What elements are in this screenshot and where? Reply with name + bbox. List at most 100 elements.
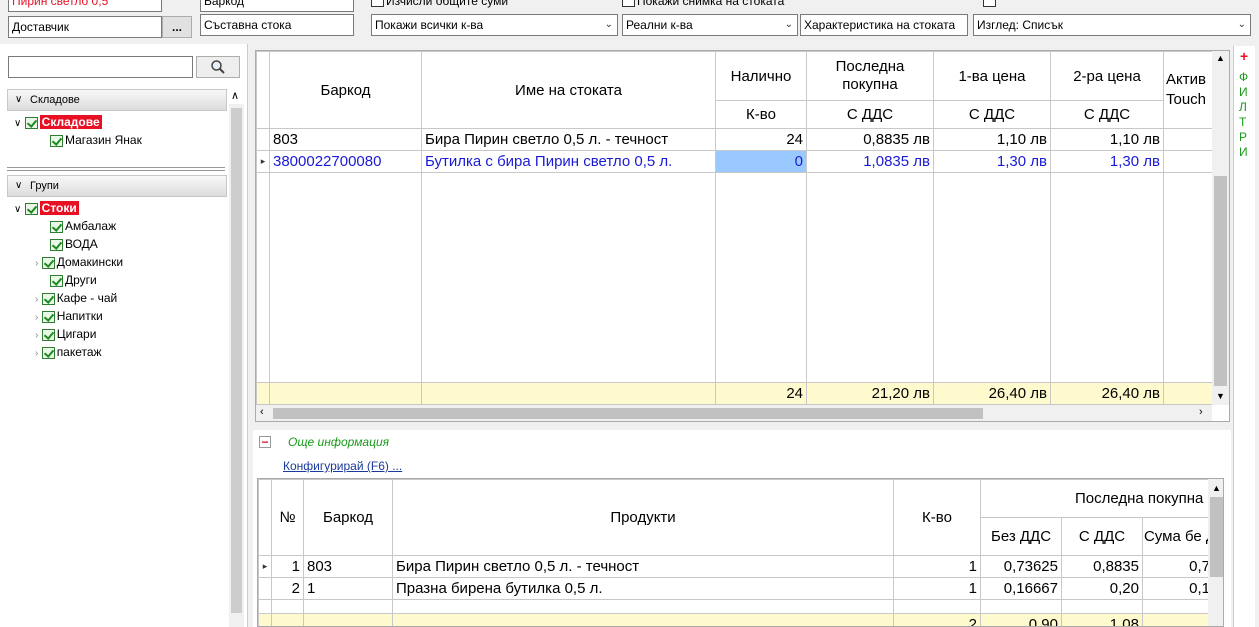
warehouses-collapse-icon[interactable]: ∧ <box>231 89 239 102</box>
tree-search-button[interactable] <box>196 56 240 78</box>
tree-node-group[interactable]: › Цигари <box>35 325 96 343</box>
view-select[interactable]: Изглед: Списък ⌄ <box>973 14 1251 36</box>
table-row[interactable]: ▸ 1 803 Бира Пирин светло 0,5 л. - течно… <box>258 555 1223 578</box>
column-header-price1-vat[interactable]: С ДДС <box>933 100 1051 129</box>
cell-qty[interactable]: 1 <box>893 577 981 600</box>
cell-name[interactable]: Бира Пирин светло 0,5 л. - течност <box>421 128 716 151</box>
characteristic-field[interactable]: Характеристика на стоката <box>800 14 968 36</box>
scroll-up-icon[interactable]: ▲ <box>1212 483 1221 493</box>
cell-barcode[interactable]: 803 <box>303 555 393 578</box>
column-header-available[interactable]: Налично <box>715 51 807 101</box>
column-header-with-vat[interactable]: С ДДС <box>1061 517 1143 556</box>
tree-node-group[interactable]: ВОДА <box>50 235 98 253</box>
left-scrollbar[interactable] <box>229 104 244 627</box>
left-scrollbar-thumb[interactable] <box>231 108 242 613</box>
scroll-up-icon[interactable]: ▲ <box>1216 53 1225 63</box>
warehouses-header[interactable]: ∨ Складове <box>7 89 227 111</box>
chevron-down-icon: ⌄ <box>604 19 613 30</box>
tree-node-group[interactable]: › Напитки <box>35 307 103 325</box>
cell-no-vat[interactable]: 0,73625 <box>980 555 1062 578</box>
cell-qty[interactable]: 1 <box>893 555 981 578</box>
tree-node-group[interactable]: › Кафе - чай <box>35 289 117 307</box>
supplier-field[interactable]: Доставчик <box>8 16 162 38</box>
main-grid-hscrollbar[interactable]: ‹ › <box>256 405 1212 421</box>
scroll-down-icon[interactable]: ▼ <box>1216 391 1225 401</box>
sub-grid-vscroll-thumb[interactable] <box>1210 497 1223 577</box>
tree-node-group[interactable]: Амбалаж <box>50 217 116 235</box>
column-header-last-purchase[interactable]: Последна покупна <box>806 51 934 101</box>
main-grid-vscrollbar[interactable]: ▲ ▼ <box>1212 51 1229 405</box>
barcode-field[interactable]: Баркод <box>200 0 354 12</box>
cell-product[interactable]: Празна бирена бутилка 0,5 л. <box>392 577 894 600</box>
show-image-checkbox[interactable] <box>622 0 635 7</box>
cell-name[interactable]: Бутилка с бира Пирин светло 0,5 л. <box>421 150 716 173</box>
add-filter-icon[interactable]: + <box>1240 48 1248 64</box>
cell-with-vat[interactable]: 0,20 <box>1061 577 1143 600</box>
cell-with-vat[interactable]: 0,8835 <box>1061 555 1143 578</box>
column-header-last-purchase[interactable]: Последна покупна <box>979 479 1223 518</box>
compute-totals-checkbox[interactable] <box>371 0 384 7</box>
main-grid-vscroll-thumb[interactable] <box>1214 176 1227 386</box>
column-header-no-vat[interactable]: Без ДДС <box>980 517 1062 556</box>
tree-node-warehouses-root[interactable]: ∨ Складове <box>14 113 102 131</box>
groups-header[interactable]: ∨ Групи <box>7 175 227 197</box>
supplier-browse-button[interactable]: ... <box>162 16 192 38</box>
column-header-qty[interactable]: К-во <box>893 479 981 556</box>
extra-checkbox[interactable] <box>983 0 996 7</box>
cell-qty[interactable]: 24 <box>715 128 807 151</box>
cell-product[interactable]: Бира Пирин светло 0,5 л. - течност <box>392 555 894 578</box>
cell-no-vat[interactable]: 0,16667 <box>980 577 1062 600</box>
row-indicator <box>258 577 272 600</box>
column-header-no[interactable]: № <box>271 479 304 556</box>
column-header-price2-vat[interactable]: С ДДС <box>1050 100 1164 129</box>
real-qty-select[interactable]: Реални к-ва ⌄ <box>622 14 798 36</box>
tree-node-groups-root[interactable]: ∨ Стоки <box>14 199 79 217</box>
cell-qty[interactable]: 0 <box>715 150 807 173</box>
cell-no[interactable]: 2 <box>271 577 304 600</box>
product-name-filter[interactable]: Пирин светло 0,5 <box>8 0 162 12</box>
total-with-vat: 1,08 <box>1061 613 1143 626</box>
cell-barcode[interactable]: 803 <box>269 128 422 151</box>
column-header-with-vat[interactable]: С ДДС <box>806 100 934 129</box>
table-row[interactable]: 803 Бира Пирин светло 0,5 л. - течност 2… <box>256 128 1229 151</box>
table-row-selected[interactable]: ▸ 3800022700080 Бутилка с бира Пирин све… <box>256 150 1229 173</box>
configure-link[interactable]: Конфигурирай (F6) ... <box>283 459 402 473</box>
column-header-barcode[interactable]: Баркод <box>269 51 422 129</box>
expand-arrow-icon: › <box>35 330 39 341</box>
column-header-products[interactable]: Продукти <box>392 479 894 556</box>
column-header-price1[interactable]: 1-ва цена <box>933 51 1051 101</box>
scroll-right-icon[interactable]: › <box>1199 406 1203 418</box>
panel-splitter[interactable] <box>7 167 225 171</box>
table-row[interactable]: 2 1 Празна бирена бутилка 0,5 л. 1 0,166… <box>258 577 1223 600</box>
tree-node-group[interactable]: Други <box>50 271 97 289</box>
qty-filter-select[interactable]: Покажи всички к-ва ⌄ <box>371 14 618 36</box>
filters-label[interactable]: ФИЛТРИ <box>1239 70 1251 160</box>
cell-no[interactable]: 1 <box>271 555 304 578</box>
row-indicator <box>256 128 270 151</box>
cell-last-purchase[interactable]: 0,8835 лв <box>806 128 934 151</box>
sub-grid-vscrollbar[interactable]: ▲ <box>1208 479 1223 626</box>
cell-barcode[interactable]: 3800022700080 <box>269 150 422 173</box>
cell-price1[interactable]: 1,30 лв <box>933 150 1051 173</box>
tree-search-input[interactable] <box>8 56 193 78</box>
composite-product-field[interactable]: Съставна стока <box>200 14 354 36</box>
tree-node-warehouse[interactable]: Магазин Янак <box>50 131 142 149</box>
cell-barcode[interactable]: 1 <box>303 577 393 600</box>
cell-price2[interactable]: 1,30 лв <box>1050 150 1164 173</box>
scroll-left-icon[interactable]: ‹ <box>260 406 264 418</box>
main-grid-hscroll-thumb[interactable] <box>273 408 983 419</box>
column-header-qty[interactable]: К-во <box>715 100 807 129</box>
cell-price1[interactable]: 1,10 лв <box>933 128 1051 151</box>
total-price2: 26,40 лв <box>1050 382 1164 405</box>
more-info-toggle[interactable]: − <box>259 436 271 448</box>
column-header-price2[interactable]: 2-ра цена <box>1050 51 1164 101</box>
tree-node-group[interactable]: › Домакински <box>35 253 123 271</box>
filters-rail[interactable]: + ФИЛТРИ <box>1233 46 1255 627</box>
tree-node-group[interactable]: › пакетаж <box>35 343 102 361</box>
double-chevron-up-icon: ∨ <box>15 180 23 191</box>
main-grid: Баркод Име на стоката Налично Последна п… <box>256 51 1229 405</box>
cell-price2[interactable]: 1,10 лв <box>1050 128 1164 151</box>
column-header-barcode[interactable]: Баркод <box>303 479 393 556</box>
cell-last-purchase[interactable]: 1,0835 лв <box>806 150 934 173</box>
column-header-name[interactable]: Име на стоката <box>421 51 716 129</box>
